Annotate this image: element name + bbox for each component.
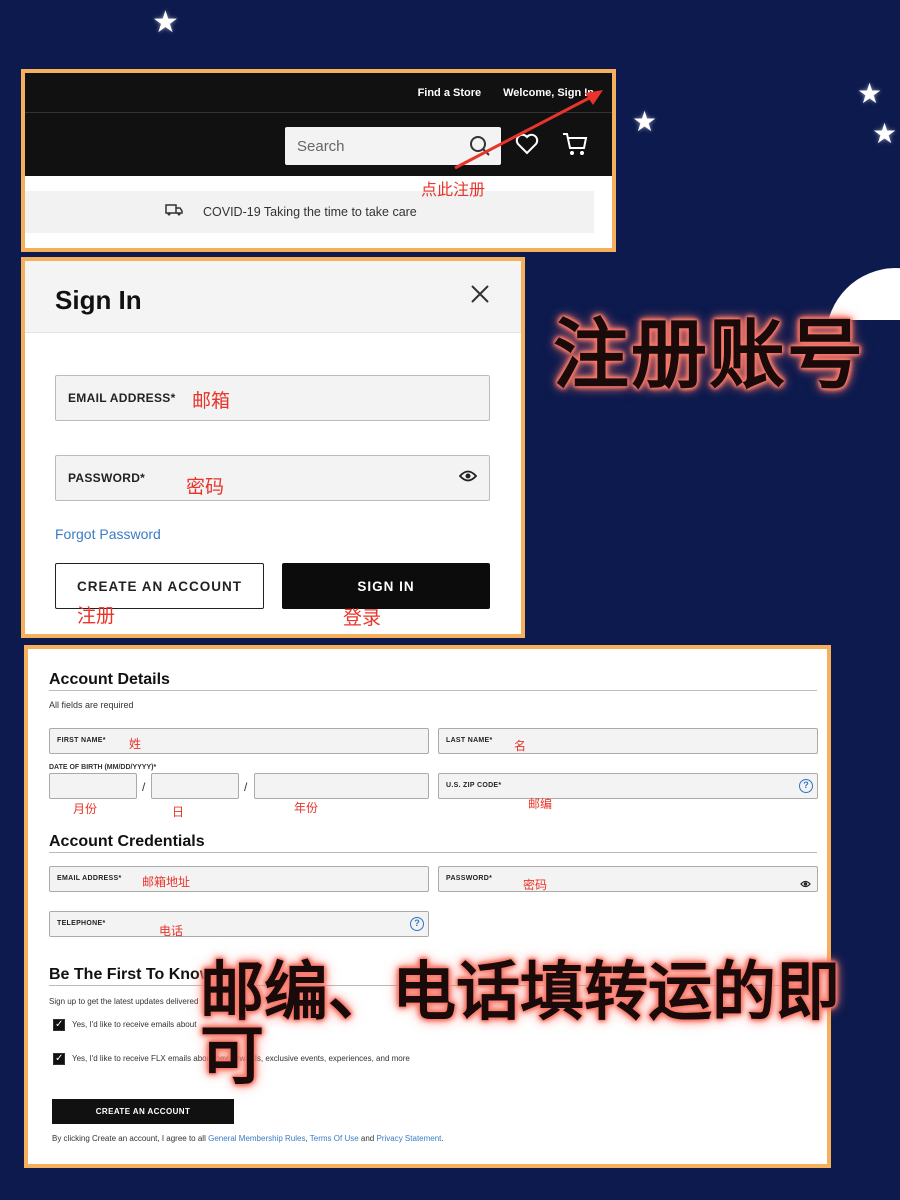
dob-day-field[interactable]: [151, 773, 239, 799]
password-label: PASSWORD*: [446, 875, 493, 882]
help-icon[interactable]: ?: [799, 779, 813, 793]
eye-icon[interactable]: [800, 875, 811, 893]
email-updates-label: Yes, I'd like to receive emails about: [72, 1020, 197, 1029]
account-form-panel: Account Details All fields are required …: [24, 645, 831, 1168]
star-icon: ★: [152, 6, 179, 39]
signup-text: Sign up to get the latest updates delive…: [49, 997, 199, 1006]
telephone-label: TELEPHONE*: [57, 920, 106, 927]
headline-register-account: 注册账号: [553, 313, 865, 398]
divider: [49, 690, 817, 691]
privacy-statement-link[interactable]: Privacy Statement: [376, 1134, 441, 1143]
password-field[interactable]: PASSWORD* 密码: [55, 455, 490, 501]
terms-of-use-link[interactable]: Terms Of Use: [310, 1134, 359, 1143]
help-icon[interactable]: ?: [410, 917, 424, 931]
signin-dialog-panel: Sign In EMAIL ADDRESS* 邮箱 PASSWORD* 密码 F…: [21, 257, 525, 638]
dialog-header: Sign In: [25, 261, 521, 333]
divider: [49, 852, 817, 853]
flx-emails-checkbox[interactable]: [53, 1053, 65, 1065]
dob-label: DATE OF BIRTH (MM/DD/YYYY)*: [49, 764, 157, 771]
dob-month-field[interactable]: [49, 773, 137, 799]
zip-annotation: 邮编: [528, 797, 553, 811]
star-icon: ★: [857, 78, 883, 109]
covid-banner[interactable]: COVID-19 Taking the time to take care: [25, 191, 594, 233]
first-name-field[interactable]: FIRST NAME* 姓: [49, 728, 429, 754]
password-annotation: 密码: [523, 878, 548, 892]
sign-in-button[interactable]: SIGN IN: [282, 563, 490, 609]
close-icon[interactable]: [469, 283, 491, 310]
password-annotation: 密码: [186, 477, 225, 498]
last-name-annotation: 名: [514, 739, 527, 753]
search-input[interactable]: [285, 127, 455, 165]
membership-rules-link[interactable]: General Membership Rules: [208, 1134, 305, 1143]
email-annotation: 邮箱: [192, 391, 231, 412]
note-zip-phone-forwarder: 邮编、电话填转运的即可: [200, 956, 840, 1092]
email-annotation: 邮箱地址: [142, 875, 191, 889]
create-account-button[interactable]: CREATE AN ACCOUNT: [52, 1099, 234, 1124]
register-annotation: 注册: [77, 606, 116, 627]
zip-code-field[interactable]: U.S. ZIP CODE* ?: [438, 773, 818, 799]
dob-year-field[interactable]: [254, 773, 429, 799]
dob-separator: /: [142, 780, 146, 794]
first-name-label: FIRST NAME*: [57, 737, 106, 744]
truck-icon: [165, 203, 183, 221]
email-updates-checkbox[interactable]: [53, 1019, 65, 1031]
be-first-to-know-heading: Be The First To Know: [49, 966, 213, 983]
email-label: EMAIL ADDRESS*: [57, 875, 122, 882]
required-note: All fields are required: [49, 700, 134, 710]
last-name-field[interactable]: LAST NAME* 名: [438, 728, 818, 754]
telephone-annotation: 电话: [159, 924, 184, 938]
terms-text: By clicking Create an account, I agree t…: [52, 1134, 444, 1143]
terms-end: .: [441, 1134, 444, 1143]
register-here-annotation: 点此注册: [421, 182, 486, 199]
zip-code-label: U.S. ZIP CODE*: [446, 782, 502, 789]
dialog-title: Sign In: [55, 285, 142, 315]
terms-prefix: By clicking Create an account, I agree t…: [52, 1134, 209, 1143]
header-screenshot-panel: Find a Store Welcome, Sign In COVID-19 T…: [21, 69, 616, 252]
eye-icon[interactable]: [458, 469, 478, 488]
year-annotation: 年份: [294, 801, 319, 815]
star-icon: ★: [632, 106, 658, 137]
email-label: EMAIL ADDRESS*: [68, 391, 176, 405]
email-field[interactable]: EMAIL ADDRESS* 邮箱: [55, 375, 490, 421]
login-annotation: 登录: [343, 608, 382, 629]
forgot-password-link[interactable]: Forgot Password: [55, 526, 161, 542]
telephone-field[interactable]: TELEPHONE* 电话 ?: [49, 911, 429, 938]
covid-banner-text: COVID-19 Taking the time to take care: [203, 205, 417, 219]
email-field[interactable]: EMAIL ADDRESS* 邮箱地址: [49, 866, 429, 892]
star-icon: ★: [872, 118, 898, 149]
month-annotation: 月份: [73, 802, 98, 816]
arrow-annotation: [454, 90, 603, 170]
account-credentials-heading: Account Credentials: [49, 833, 205, 850]
password-field[interactable]: PASSWORD* 密码: [438, 866, 818, 892]
dob-separator: /: [244, 780, 248, 794]
password-label: PASSWORD*: [68, 471, 146, 485]
first-name-annotation: 姓: [129, 737, 142, 751]
terms-and: and: [358, 1134, 377, 1143]
last-name-label: LAST NAME*: [446, 737, 493, 744]
account-details-heading: Account Details: [49, 671, 170, 688]
day-annotation: 日: [172, 805, 185, 819]
